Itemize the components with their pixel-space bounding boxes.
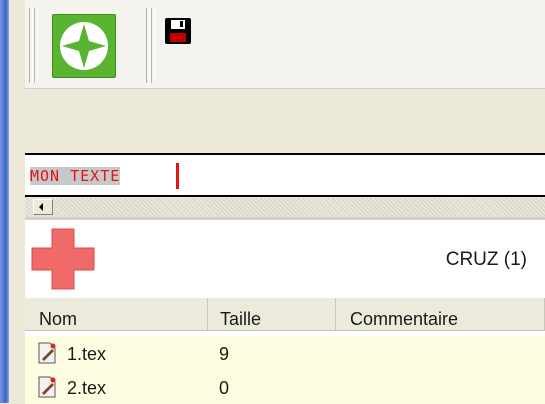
file-name: 2.tex (67, 378, 107, 398)
save-button[interactable] (163, 16, 193, 46)
file-name: 1.tex (67, 344, 107, 364)
window-margin (9, 0, 26, 403)
green-star-icon (60, 22, 108, 70)
tex-file-icon (38, 342, 56, 364)
text-input-value: MON TEXTE (30, 167, 121, 185)
column-header-name[interactable]: Nom (25, 298, 208, 330)
new-button[interactable] (52, 14, 116, 78)
document-panel: CRUZ (1) (25, 220, 545, 298)
arrow-left-icon (39, 203, 43, 211)
toolbar-area (25, 89, 545, 153)
list-header: Nom Taille Commentaire (25, 298, 545, 331)
text-input[interactable]: MON TEXTE (25, 153, 545, 197)
file-size: 0 (219, 378, 230, 398)
file-list: Nom Taille Commentaire 1.tex 9 2.tex 0 (25, 298, 545, 404)
column-header-comment[interactable]: Commentaire (336, 298, 545, 330)
red-plus-icon (31, 228, 95, 290)
toolbar-grip[interactable] (34, 8, 38, 83)
panel-title: CRUZ (1) (445, 249, 527, 270)
toolbar-grip[interactable] (146, 8, 150, 83)
file-size: 9 (219, 344, 230, 364)
tex-file-icon (38, 376, 56, 398)
horizontal-scrollbar[interactable] (25, 198, 545, 218)
text-caret (176, 163, 179, 189)
column-header-size[interactable]: Taille (208, 298, 336, 330)
add-button[interactable] (28, 225, 98, 293)
file-row[interactable]: 1.tex 9 (25, 336, 545, 370)
main-toolbar (25, 0, 545, 89)
toolbar-grip[interactable] (29, 8, 33, 83)
scroll-left-button[interactable] (33, 199, 53, 215)
window-edge (0, 0, 9, 403)
floppy-disk-icon (165, 18, 191, 44)
file-row[interactable]: 2.tex 0 (25, 370, 545, 404)
toolbar-grip[interactable] (151, 8, 155, 83)
